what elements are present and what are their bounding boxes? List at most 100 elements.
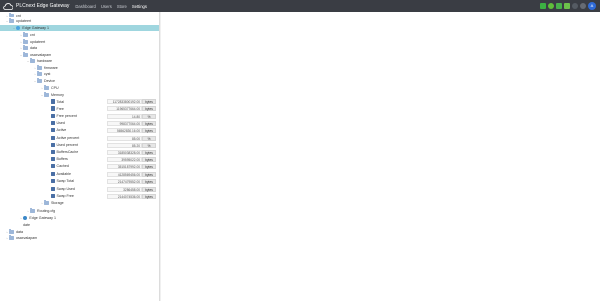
data-point-icon xyxy=(51,142,55,148)
tree-data-item[interactable]: Free percent xyxy=(47,113,77,119)
tree-item-label: BuffersCache xyxy=(56,150,79,154)
tree-item-label: data xyxy=(30,46,37,50)
folder-icon xyxy=(23,32,28,37)
folder-icon xyxy=(9,12,14,18)
value-field[interactable]: 1172833800192.00 xyxy=(107,99,142,104)
value-field[interactable]: 3185038328.00 xyxy=(107,149,142,155)
tree-item-label: osaxvalapam xyxy=(30,53,52,57)
value-field[interactable]: 39595022.00 xyxy=(107,156,142,162)
tree-item[interactable]: › CPU xyxy=(40,85,59,91)
cloud-logo-icon[interactable] xyxy=(3,2,13,10)
data-point-icon xyxy=(51,193,55,199)
tree-data-item[interactable]: Swap Total xyxy=(47,178,74,184)
tree-data-item[interactable]: Total xyxy=(47,99,64,105)
unit-badge: % xyxy=(142,135,156,141)
app-title: PLCnext Edge Gateway xyxy=(16,3,70,9)
tree-item[interactable]: ⌄ Device xyxy=(33,78,55,84)
tree-item-label: cnt xyxy=(16,13,21,18)
tree-item-label: hardware xyxy=(37,59,52,63)
tree-item-label: Swap Free xyxy=(56,194,74,198)
github-icon[interactable] xyxy=(572,2,578,9)
value-field[interactable]: 85.20 xyxy=(107,142,142,148)
data-point-icon xyxy=(51,127,55,133)
tree-item-label: Buffers xyxy=(56,157,68,161)
value-field[interactable]: 14.80 xyxy=(107,113,142,119)
value-field[interactable]: 3515187992.00 xyxy=(107,163,142,169)
tree-item[interactable]: ⌄ Edge Gateway 1 xyxy=(0,25,159,31)
tree-item-label: Used percent xyxy=(56,143,78,147)
tree-data-item[interactable]: Active percent xyxy=(47,135,79,141)
data-point-icon xyxy=(51,106,55,111)
tree-item-label: updateert xyxy=(30,40,46,44)
value-field[interactable]: 998377064.00 xyxy=(107,120,142,126)
content-panel xyxy=(161,12,600,301)
unit-badge: bytes xyxy=(142,186,156,192)
tree-item-label: updateert xyxy=(16,19,32,23)
tree-data-item[interactable]: Swap Free xyxy=(47,193,74,199)
value-field[interactable]: 11965377664.00 xyxy=(107,106,142,111)
value-field[interactable]: 85.00 xyxy=(107,135,142,141)
unit-badge: bytes xyxy=(142,178,156,184)
tree-item[interactable]: › cyst xyxy=(33,71,50,77)
folder-icon xyxy=(9,235,14,240)
tree-item-label: Free xyxy=(56,106,64,111)
value-field[interactable]: 2147479552.00 xyxy=(107,178,142,184)
value-field[interactable]: 2144074536.00 xyxy=(107,193,142,199)
tree-item-label: osaxvalapam xyxy=(16,236,38,240)
folder-icon xyxy=(23,39,28,44)
tree-item[interactable]: ⌄ updateert xyxy=(5,18,31,24)
unit-badge: bytes xyxy=(142,193,156,199)
folder-icon xyxy=(23,52,28,57)
tree-item-label: CPU xyxy=(51,86,59,90)
green-status-icon[interactable] xyxy=(540,2,546,9)
tree-data-item[interactable]: Buffers xyxy=(47,156,68,162)
tree-item[interactable]: ⌄ hardware xyxy=(26,58,52,64)
tree-item[interactable]: › cnt xyxy=(19,32,35,38)
tree-item[interactable]: › Edge Gateway 1 xyxy=(19,215,56,221)
tree-data-item[interactable]: Available xyxy=(47,171,71,177)
unit-badge: bytes xyxy=(142,120,156,126)
tree-item-label: Active xyxy=(56,128,67,132)
data-point-icon xyxy=(51,186,55,192)
tree-item[interactable]: date xyxy=(19,222,30,228)
nav-store[interactable]: Store xyxy=(117,4,127,9)
tree-data-item[interactable]: Used xyxy=(47,120,65,126)
avatar[interactable]: A xyxy=(588,1,596,10)
folder-icon xyxy=(9,18,14,23)
nav-settings[interactable]: Settings xyxy=(132,4,147,9)
unit-badge: % xyxy=(142,142,156,148)
tree-item-label: Routing.cfg xyxy=(37,209,56,213)
value-field[interactable]: 3286458.00 xyxy=(107,186,142,192)
tree-item-label: firmware xyxy=(44,66,58,70)
unit-badge: bytes xyxy=(142,106,156,111)
value-field[interactable]: 56562830.16.00 xyxy=(107,127,142,133)
tree-data-item[interactable]: Swap Used xyxy=(47,186,75,192)
tree-item[interactable]: › data xyxy=(19,45,37,51)
data-point-icon xyxy=(51,163,55,169)
tree-data-item[interactable]: Used percent xyxy=(47,142,78,148)
folder-icon xyxy=(44,92,49,97)
value-field[interactable]: 4128569456.00 xyxy=(107,171,142,177)
tree-data-item[interactable]: Cached xyxy=(47,163,69,169)
help-icon[interactable] xyxy=(580,2,586,9)
tree-item[interactable]: › Routing.cfg xyxy=(26,208,55,214)
tree-item[interactable]: › Storage xyxy=(40,200,64,206)
green-status-icon[interactable] xyxy=(548,2,554,9)
tree-data-item[interactable]: BuffersCache xyxy=(47,149,78,155)
tree-item-label: Storage xyxy=(51,201,64,205)
green-status-icon[interactable] xyxy=(564,2,570,9)
tree-item[interactable]: ⌄ Memory xyxy=(40,92,64,98)
nav-dashboard[interactable]: Dashboard xyxy=(75,4,96,9)
data-point-icon xyxy=(51,120,55,126)
tree-item-label: Total xyxy=(56,99,65,104)
tree-item-label: data xyxy=(16,230,23,234)
tree-item[interactable]: › osaxvalapam xyxy=(5,235,37,241)
unit-badge: % xyxy=(142,113,156,119)
nav-users[interactable]: Users xyxy=(101,4,112,9)
tree-item-label: Edge Gateway 1 xyxy=(29,216,56,220)
folder-icon xyxy=(37,65,42,70)
tree-data-item[interactable]: Active xyxy=(47,127,66,133)
green-status-icon[interactable] xyxy=(556,2,562,9)
data-point-icon xyxy=(51,113,55,119)
tree-data-item[interactable]: Free xyxy=(47,106,64,112)
